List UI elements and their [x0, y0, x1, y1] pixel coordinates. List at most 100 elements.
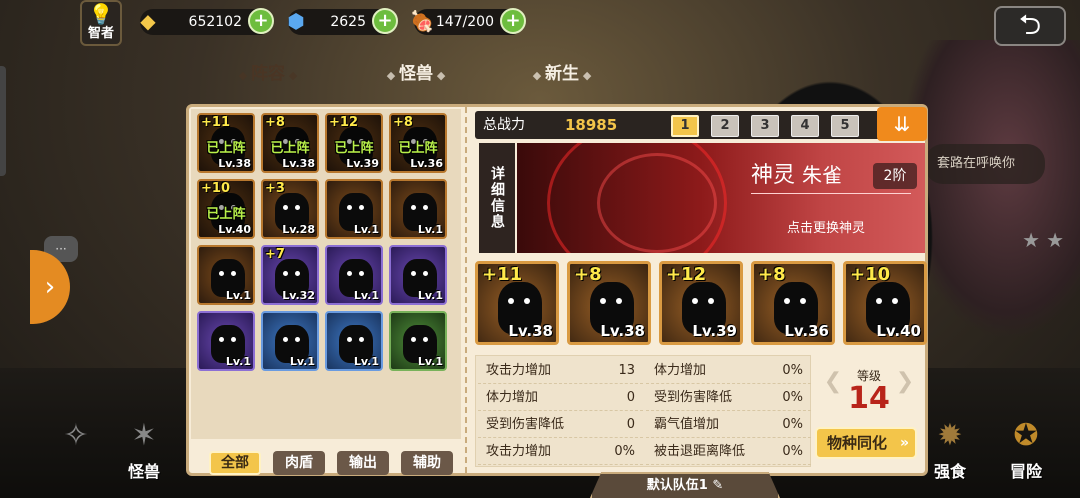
stat-value: 0	[626, 417, 635, 432]
team-slot[interactable]: +11 Lv.38	[475, 261, 559, 345]
stat-label: 体力增加	[654, 363, 707, 378]
stat-row: 受到伤害降低 0	[478, 412, 643, 438]
stat-value: 0%	[614, 444, 635, 459]
monster-cell[interactable]: +3 Lv.28	[261, 179, 319, 239]
monster-level: Lv.1	[353, 289, 379, 302]
hint-bubble[interactable]: 套路在呼唤你	[925, 144, 1045, 184]
back-button[interactable]: ⮌	[994, 6, 1066, 46]
monster-cell[interactable]: +7 Lv.32	[261, 245, 319, 305]
filter-dps[interactable]: 输出	[337, 451, 389, 475]
edit-pencil-icon: ✎	[712, 478, 724, 493]
team-selector: 1 2 3 4 5	[671, 115, 859, 137]
monster-cell[interactable]: +8 已上阵 Lv.36	[389, 113, 447, 173]
monster-cell[interactable]: +12 已上阵 Lv.39	[325, 113, 383, 173]
team-5-button[interactable]: 5	[831, 115, 859, 137]
stat-row: 受到伤害降低 0%	[646, 385, 811, 411]
monster-level: Lv.36	[410, 157, 443, 170]
spirit-rank-badge: 2阶	[873, 163, 917, 189]
monster-cell[interactable]: Lv.1	[325, 311, 383, 371]
stat-value: 0	[626, 390, 635, 405]
monster-cell[interactable]: Lv.1	[389, 311, 447, 371]
stat-label: 被击退距离降低	[654, 444, 746, 459]
tab-lineup[interactable]: ◆ 阵容 ◆	[206, 56, 330, 92]
monster-cell[interactable]: +10 已上阵 Lv.40	[197, 179, 255, 239]
add-gold-button[interactable]: +	[248, 8, 274, 34]
swap-team-button[interactable]: ⇊	[877, 107, 927, 141]
detail-info-tab[interactable]: 详细信息	[479, 143, 515, 253]
monster-level: Lv.40	[218, 223, 251, 236]
filter-support[interactable]: 辅助	[401, 451, 453, 475]
monster-level: Lv.1	[225, 355, 251, 368]
diamond-icon: ◆	[285, 69, 298, 82]
monster-cell[interactable]: Lv.1	[261, 311, 319, 371]
stats-table: 攻击力增加 13 体力增加 0 受到伤害降低 0 攻击力增加 0% 体力增加 0% 受到伤害降低 0%…	[475, 355, 811, 467]
filter-tank[interactable]: 肉盾	[273, 451, 325, 475]
monster-cell[interactable]: Lv.1	[325, 179, 383, 239]
nav-monsters[interactable]: ✶ 怪兽	[104, 414, 184, 498]
change-spirit-link[interactable]: 点击更换神灵	[787, 217, 865, 236]
level-box: ❮ ❯ 等级 14	[817, 359, 921, 425]
team-slot[interactable]: +8 Lv.36	[751, 261, 835, 345]
tab-lineup-label: 阵容	[251, 64, 285, 84]
nav-monsters-label: 怪兽	[127, 462, 160, 481]
gem-value: 2625	[330, 14, 366, 30]
monster-level: Lv.38	[218, 157, 251, 170]
spirit-banner[interactable]: 神灵 朱雀 2阶 点击更换神灵	[517, 143, 925, 253]
add-gem-button[interactable]: +	[372, 8, 398, 34]
on-team-badge: 已上阵	[206, 141, 246, 156]
monster-cell[interactable]: Lv.1	[197, 245, 255, 305]
stat-value: 0%	[782, 444, 803, 459]
monster-cell[interactable]: Lv.1	[389, 179, 447, 239]
double-arrow-icon: »	[899, 435, 909, 451]
nav-adventure[interactable]: ✪ 冒险	[986, 414, 1066, 498]
team-4-button[interactable]: 4	[791, 115, 819, 137]
enhance-level: +10	[201, 181, 230, 196]
monster-cell[interactable]: Lv.1	[197, 311, 255, 371]
filter-all[interactable]: 全部	[209, 451, 261, 475]
monster-level: Lv.36	[784, 322, 829, 340]
divider	[465, 107, 467, 475]
stat-value: 0%	[782, 390, 803, 405]
monster-cell[interactable]: +8 已上阵 Lv.38	[261, 113, 319, 173]
monster-level: Lv.32	[282, 289, 315, 302]
monster-cell[interactable]: Lv.1	[389, 245, 447, 305]
lightbulb-icon: 💡	[88, 2, 114, 26]
enhance-level: +12	[329, 115, 358, 130]
enhance-level: +12	[666, 264, 707, 285]
monster-level: Lv.38	[282, 157, 315, 170]
add-stamina-button[interactable]: +	[500, 8, 526, 34]
team-1-button[interactable]: 1	[671, 115, 699, 137]
enhance-level: +7	[265, 247, 285, 262]
player-avatar[interactable]: 💡 智者	[80, 0, 122, 46]
team-3-button[interactable]: 3	[751, 115, 779, 137]
monster-icon: ✶	[131, 418, 157, 453]
spirit-name-main: 朱雀	[802, 163, 843, 187]
team-slot[interactable]: +8 Lv.38	[567, 261, 651, 345]
on-team-badge: 已上阵	[206, 207, 246, 222]
tab-monsters[interactable]: ◆ 怪兽 ◆	[354, 56, 478, 92]
gem-counter: ⬢ 2625 +	[287, 8, 398, 35]
species-sync-button[interactable]: 物种同化 »	[815, 427, 917, 459]
stat-label: 霸气值增加	[654, 417, 720, 432]
team-slot[interactable]: +10 Lv.40	[843, 261, 927, 345]
filter-bar: 全部 肉盾 输出 辅助	[209, 451, 453, 475]
enhance-level: +11	[201, 115, 230, 130]
tab-rebirth-label: 新生	[545, 64, 579, 84]
monster-cell[interactable]: +11 已上阵 Lv.38	[197, 113, 255, 173]
enhance-level: +8	[393, 115, 413, 130]
side-handle[interactable]	[0, 66, 6, 176]
team-slot[interactable]: +12 Lv.39	[659, 261, 743, 345]
player-title: 智者	[87, 26, 114, 41]
gold-icon: ◆	[140, 9, 156, 33]
team-name-label[interactable]: 默认队伍1 ✎	[590, 472, 780, 498]
stat-row: 霸气值增加 0%	[646, 412, 811, 438]
monster-cell[interactable]: Lv.1	[325, 245, 383, 305]
team-lineup: +11 Lv.38 +8 Lv.38 +12 Lv.39 +8 Lv.36 +10 Lv.40	[475, 261, 927, 345]
tab-rebirth[interactable]: ◆ 新生 ◆	[500, 56, 624, 92]
team-2-button[interactable]: 2	[711, 115, 739, 137]
stat-row: 被击退距离降低 0%	[646, 439, 811, 465]
stat-label: 受到伤害降低	[486, 417, 565, 432]
monster-level: Lv.1	[417, 355, 443, 368]
tab-monsters-label: 怪兽	[399, 64, 433, 84]
stamina-value: 147/200	[435, 14, 494, 30]
